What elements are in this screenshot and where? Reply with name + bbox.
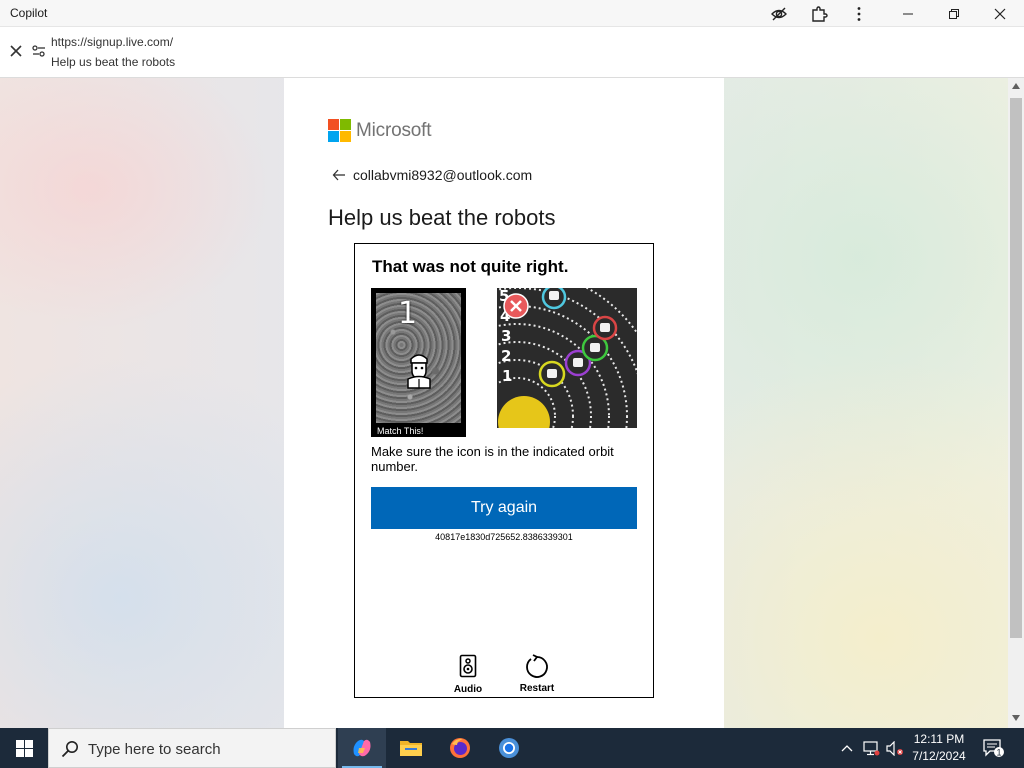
notification-count: 1 bbox=[996, 748, 1001, 758]
minimize-button[interactable] bbox=[886, 0, 930, 27]
scroll-up-icon[interactable] bbox=[1012, 83, 1020, 89]
signup-card: Microsoft collabvmi8932@outlook.com Help… bbox=[284, 78, 724, 728]
restart-label: Restart bbox=[519, 683, 555, 694]
start-button[interactable] bbox=[0, 728, 48, 768]
hide-icon[interactable] bbox=[757, 0, 801, 27]
search-icon bbox=[61, 741, 78, 758]
orbit-label-3: 3 bbox=[501, 327, 511, 345]
match-caption: Match This! bbox=[377, 426, 424, 436]
match-image: 1 bbox=[376, 293, 461, 423]
show-hidden-icons-icon[interactable] bbox=[838, 728, 856, 768]
match-orbit-number: 1 bbox=[398, 296, 418, 331]
back-arrow-icon[interactable] bbox=[332, 168, 346, 182]
page-title: Help us beat the robots bbox=[328, 205, 556, 230]
page-tab-title: Help us beat the robots bbox=[51, 55, 176, 69]
restore-button[interactable] bbox=[932, 0, 976, 27]
brand-name: Microsoft bbox=[356, 120, 432, 141]
restart-icon bbox=[526, 654, 548, 678]
address-bar: https://signup.live.com/ Help us beat th… bbox=[0, 27, 1024, 78]
window-titlebar: Copilot bbox=[0, 0, 1024, 27]
chrome-icon[interactable] bbox=[485, 728, 533, 768]
taskbar: Type here to search 12:11 PM 7/12/2024 1 bbox=[0, 728, 1024, 768]
more-options-icon[interactable] bbox=[837, 0, 881, 27]
challenge-status: That was not quite right. bbox=[372, 257, 569, 276]
error-x-icon bbox=[503, 293, 529, 319]
file-explorer-icon[interactable] bbox=[387, 728, 435, 768]
restart-button[interactable]: Restart bbox=[512, 654, 562, 694]
network-icon[interactable] bbox=[861, 728, 881, 768]
clock-time: 12:11 PM bbox=[913, 732, 965, 746]
page-url[interactable]: https://signup.live.com/ bbox=[51, 35, 173, 49]
page-scrollbar[interactable] bbox=[1008, 78, 1024, 728]
orbit-label-1: 1 bbox=[502, 367, 512, 385]
orbit-puzzle-image[interactable]: 5 4 3 2 1 bbox=[497, 288, 637, 428]
audio-label: Audio bbox=[453, 684, 483, 695]
notifications-icon[interactable]: 1 bbox=[980, 728, 1008, 768]
scroll-thumb[interactable] bbox=[1010, 98, 1022, 638]
search-placeholder: Type here to search bbox=[88, 741, 221, 758]
audio-button[interactable]: Audio bbox=[443, 654, 493, 695]
system-clock[interactable]: 12:11 PM 7/12/2024 bbox=[904, 731, 974, 765]
microsoft-logo-icon bbox=[328, 119, 351, 142]
try-again-button[interactable]: Try again bbox=[371, 487, 637, 529]
scroll-down-icon[interactable] bbox=[1012, 715, 1020, 721]
windows-logo-icon bbox=[15, 739, 33, 757]
orbit-label-2: 2 bbox=[501, 347, 511, 365]
close-window-button[interactable] bbox=[978, 0, 1022, 27]
copilot-icon[interactable] bbox=[338, 728, 386, 768]
close-icon[interactable] bbox=[8, 43, 24, 59]
volume-muted-icon[interactable] bbox=[884, 728, 906, 768]
account-email: collabvmi8932@outlook.com bbox=[353, 167, 533, 183]
captcha-challenge: That was not quite right. 1 Match This! bbox=[354, 243, 654, 698]
site-settings-icon[interactable] bbox=[31, 43, 47, 59]
match-this-card: 1 Match This! bbox=[371, 288, 466, 437]
clock-date: 7/12/2024 bbox=[912, 749, 966, 763]
extensions-icon[interactable] bbox=[797, 0, 841, 27]
firefox-icon[interactable] bbox=[436, 728, 484, 768]
try-again-label: Try again bbox=[470, 499, 538, 516]
character-icon bbox=[407, 354, 431, 389]
session-id: 40817e1830d725652.8386339301 bbox=[435, 532, 573, 542]
page-content: Microsoft collabvmi8932@outlook.com Help… bbox=[0, 78, 1008, 728]
taskbar-search[interactable]: Type here to search bbox=[48, 728, 336, 768]
speaker-icon bbox=[459, 654, 477, 678]
window-title: Copilot bbox=[10, 6, 48, 20]
challenge-instruction: Make sure the icon is in the indicated o… bbox=[371, 444, 614, 474]
